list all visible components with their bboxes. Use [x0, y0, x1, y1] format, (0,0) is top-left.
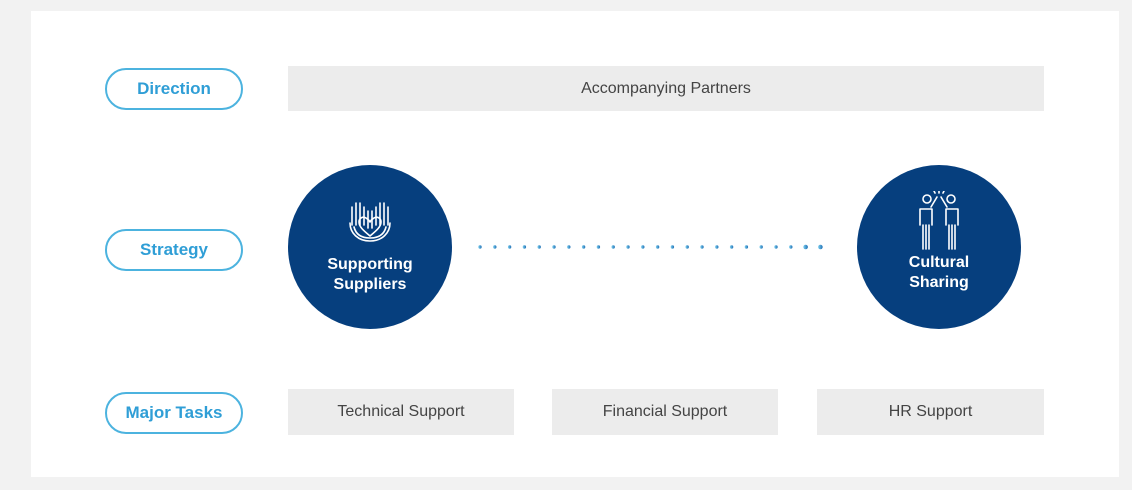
supporting-suppliers-label: Supporting Suppliers — [327, 256, 413, 293]
connector-dot — [537, 245, 541, 249]
connector-dot — [744, 245, 749, 249]
connector-dot — [655, 245, 660, 249]
people-high-five-icon — [919, 191, 959, 250]
cultural-sharing-label: Cultural Sharing — [908, 254, 970, 291]
connector-dot — [818, 244, 823, 250]
connector-dot — [729, 245, 734, 249]
connector-dot — [641, 245, 645, 249]
connector-dot — [581, 245, 586, 249]
connector-dot — [552, 245, 556, 249]
connector-dot — [685, 245, 689, 249]
direction-label: Direction — [137, 79, 211, 98]
connector-dot — [626, 245, 630, 249]
task-box-technical: Technical Support — [288, 389, 514, 435]
connector-dot — [715, 245, 719, 249]
direction-label-pill: Direction — [105, 68, 243, 110]
connector-dot — [611, 245, 615, 249]
connector-dotted-line — [478, 244, 823, 250]
strategy-label-pill: Strategy — [105, 229, 243, 271]
connector-dot — [759, 245, 763, 249]
task-technical-support: Technical Support — [337, 403, 465, 420]
connector-dot — [493, 245, 497, 249]
direction-value-box: Accompanying Partners — [288, 66, 1044, 111]
direction-value: Accompanying Partners — [581, 79, 751, 97]
connector-dot — [507, 245, 512, 249]
supporting-suppliers-circle: Supporting Suppliers — [288, 165, 452, 329]
connector-dot — [803, 244, 808, 250]
major-tasks-label: Major Tasks — [125, 403, 223, 422]
connector-dot — [567, 245, 571, 249]
task-hr-support: HR Support — [888, 403, 973, 420]
major-tasks-label-pill: Major Tasks — [105, 392, 243, 434]
task-financial-support: Financial Support — [602, 403, 728, 420]
connector-dot — [478, 245, 482, 249]
connector-dot — [522, 245, 527, 249]
connector-dot — [596, 245, 601, 249]
connector-dot — [670, 245, 675, 249]
task-box-hr: HR Support — [817, 389, 1044, 435]
task-box-financial: Financial Support — [552, 389, 778, 435]
cultural-sharing-circle: Cultural Sharing — [857, 165, 1021, 329]
connector-dot — [789, 245, 793, 249]
connector-dot — [700, 245, 704, 249]
strategy-label: Strategy — [139, 240, 209, 259]
connector-dot — [774, 245, 778, 249]
hands-heart-icon — [349, 202, 391, 242]
